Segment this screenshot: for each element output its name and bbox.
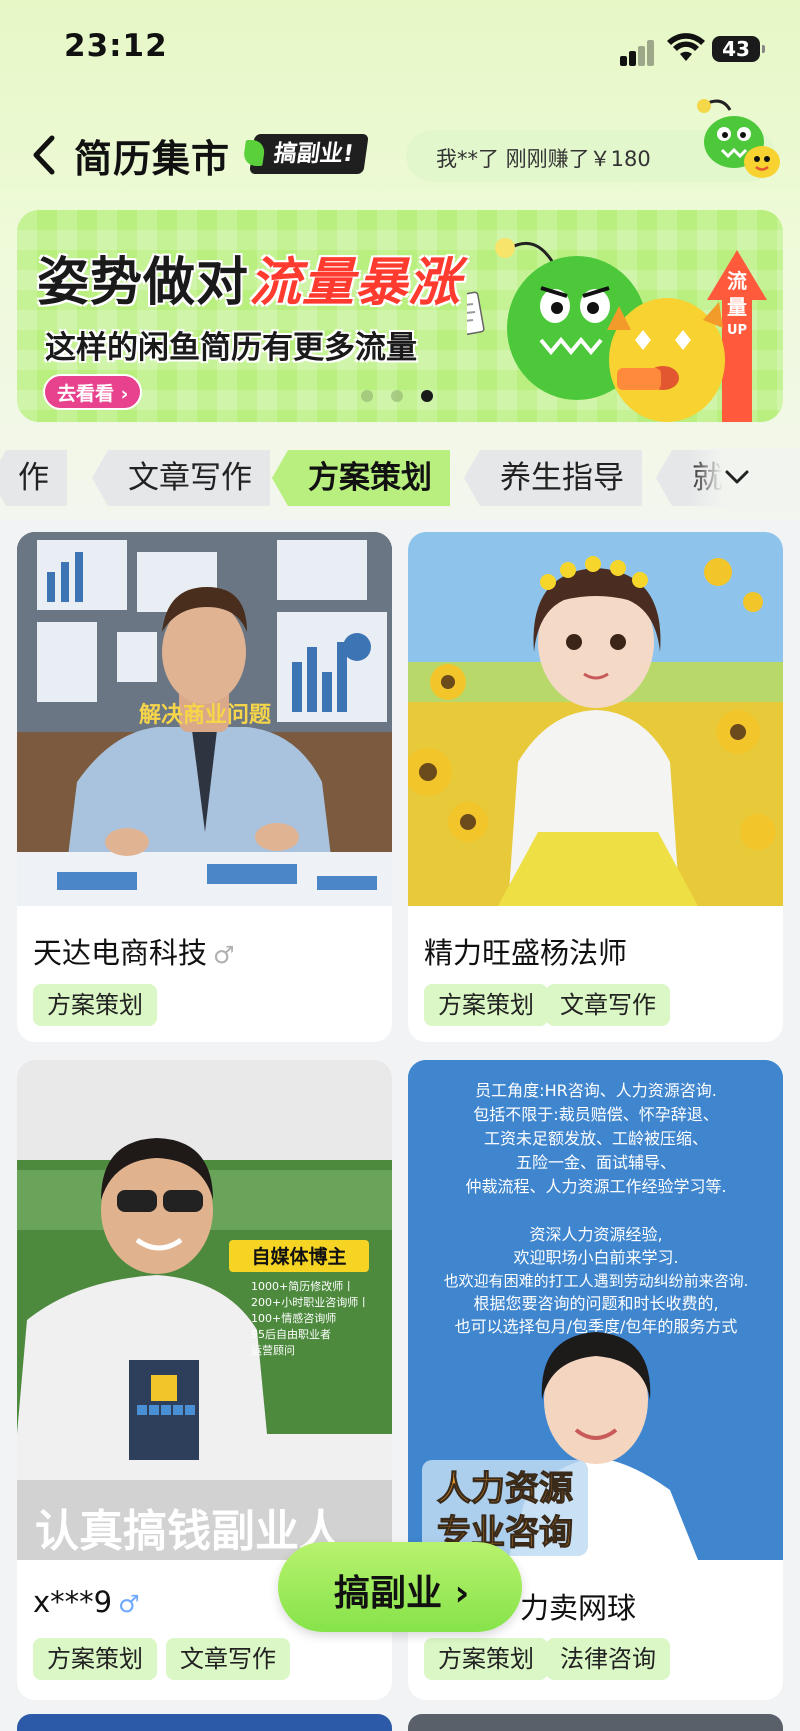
- card-tag: 方案策划: [424, 984, 548, 1026]
- pagination-dot[interactable]: [361, 390, 373, 402]
- banner-headline-highlight: 流量暴涨: [249, 253, 462, 313]
- pagination-dot[interactable]: [391, 390, 403, 402]
- card-image: 自媒体博主 1000+简历修改师丨 200+小时职业咨询师丨 100+情感咨询师…: [17, 1060, 392, 1560]
- card-name-text: x***9: [33, 1585, 113, 1619]
- card-image: 解决商业问题: [17, 532, 392, 906]
- card-name-text: 精力旺盛杨法师: [424, 936, 628, 970]
- cta-label: 搞副业 ›: [334, 1573, 470, 1614]
- card-tag: 方案策划: [33, 1638, 157, 1680]
- pagination-dot-active[interactable]: [421, 390, 433, 402]
- chevron-down-icon[interactable]: [722, 462, 752, 492]
- status-time: 23:12: [64, 28, 168, 64]
- card-image-badge: 自媒体博主: [251, 1245, 346, 1268]
- tab-writing-partial[interactable]: 作: [0, 450, 67, 506]
- card-image-text-line: 工资未足额发放、工龄被压缩、: [484, 1129, 708, 1148]
- page-title: 简历集市: [74, 137, 231, 181]
- card-image-line: 100+情感咨询师: [251, 1311, 336, 1325]
- banner-mascot-illustration: 流 量 UP: [467, 238, 767, 422]
- cellular-signal-icon: [620, 38, 656, 66]
- svg-text:量: 量: [727, 295, 747, 319]
- card-photo-business: 解决商业问题: [17, 532, 392, 906]
- service-card[interactable]: 精力旺盛杨法师 方案策划 文章写作: [408, 532, 783, 1042]
- side-hustle-cta-button[interactable]: 搞副业 ›: [278, 1542, 522, 1632]
- banner-headline: 姿势做对流量暴涨: [37, 240, 461, 315]
- card-image-text-line: 资深人力资源经验,: [529, 1225, 662, 1244]
- back-arrow-icon[interactable]: [26, 130, 66, 180]
- card-photo-blogger: 自媒体博主 1000+简历修改师丨 200+小时职业咨询师丨 100+情感咨询师…: [17, 1060, 392, 1560]
- tab-article-writing[interactable]: 文章写作: [92, 450, 270, 506]
- card-image-line: 1000+简历修改师丨: [251, 1279, 354, 1293]
- tab-proposal-planning[interactable]: 方案策划: [272, 450, 450, 506]
- card-image-caption: 解决商业问题: [139, 702, 272, 728]
- card-image-caption: 人力资源: [437, 1469, 573, 1509]
- ticker-text: 我**了 刚刚赚了￥180: [436, 147, 651, 171]
- card-image-text-line: 包括不限于:裁员赔偿、怀孕辞退、: [473, 1105, 718, 1124]
- status-bar: 23:12 43: [0, 0, 800, 100]
- card-image-text-line: 五险一金、面试辅导、: [516, 1153, 676, 1172]
- category-tabs: 作 文章写作 方案策划 养生指导 就: [0, 448, 800, 510]
- card-tag: 方案策划: [424, 1638, 548, 1680]
- card-image-line: 运营顾问: [251, 1343, 295, 1357]
- svg-text:UP: UP: [727, 323, 747, 338]
- card-tag: 文章写作: [546, 984, 670, 1026]
- side-hustle-badge-label: 搞副业!: [272, 141, 356, 167]
- card-image-text-line: 根据您要咨询的问题和时长收费的,: [473, 1294, 718, 1313]
- card-photo-hr-consultant: 员工角度:HR咨询、人力资源咨询. 包括不限于:裁员赔偿、怀孕辞退、 工资未足额…: [408, 1060, 783, 1560]
- service-card[interactable]: 解决商业问题 天达电商科技 ♂ 方案策划: [17, 532, 392, 1042]
- card-image-line: 95后自由职业者: [251, 1327, 331, 1341]
- page-header: 简历集市 搞副业! 我**了 刚刚赚了￥180: [0, 120, 800, 190]
- card-image: [408, 532, 783, 906]
- tab-health-guidance[interactable]: 养生指导: [464, 450, 642, 506]
- card-name: x***9 ♂: [33, 1585, 140, 1619]
- card-image-text-line: 仲裁流程、人力资源工作经验学习等.: [465, 1177, 726, 1196]
- gender-male-icon: ♂: [213, 941, 235, 969]
- card-image-text-line: 也欢迎有困难的打工人遇到劳动纠纷前来咨询.: [444, 1272, 749, 1290]
- wifi-icon: [667, 33, 705, 61]
- card-name: 力卖网球: [520, 1585, 636, 1627]
- promo-banner[interactable]: 姿势做对流量暴涨 这样的闲鱼简历有更多流量 去看看 › 流 量 UP: [17, 210, 783, 422]
- card-tag: 文章写作: [166, 1638, 290, 1680]
- next-card-peek: [408, 1714, 783, 1731]
- card-image: 员工角度:HR咨询、人力资源咨询. 包括不限于:裁员赔偿、怀孕辞退、 工资未足额…: [408, 1060, 783, 1560]
- battery-icon: 43: [712, 36, 765, 62]
- card-image-text-line: 欢迎职场小白前来学习.: [513, 1248, 678, 1267]
- card-name-text: 力卖网球: [520, 1591, 637, 1625]
- gender-male-icon: ♂: [118, 1590, 140, 1618]
- svg-text:流: 流: [727, 269, 747, 293]
- card-name: 精力旺盛杨法师: [424, 930, 627, 972]
- leaf-icon: [242, 140, 266, 166]
- banner-subtitle: 这样的闲鱼简历有更多流量: [45, 330, 417, 366]
- card-name-text: 天达电商科技: [33, 936, 208, 970]
- banner-view-button[interactable]: 去看看 ›: [43, 374, 143, 410]
- banner-headline-plain: 姿势做对: [37, 253, 250, 313]
- card-image-line: 200+小时职业咨询师丨: [251, 1295, 369, 1309]
- mascot-icon: [697, 99, 780, 178]
- card-tag: 法律咨询: [546, 1638, 670, 1680]
- card-tag: 方案策划: [33, 984, 157, 1026]
- card-image-text-line: 员工角度:HR咨询、人力资源咨询.: [475, 1081, 717, 1100]
- card-name: 天达电商科技 ♂: [33, 930, 235, 972]
- side-hustle-badge: 搞副业!: [242, 134, 369, 174]
- next-card-peek: [17, 1714, 392, 1731]
- card-photo-sunflower-girl: [408, 532, 783, 906]
